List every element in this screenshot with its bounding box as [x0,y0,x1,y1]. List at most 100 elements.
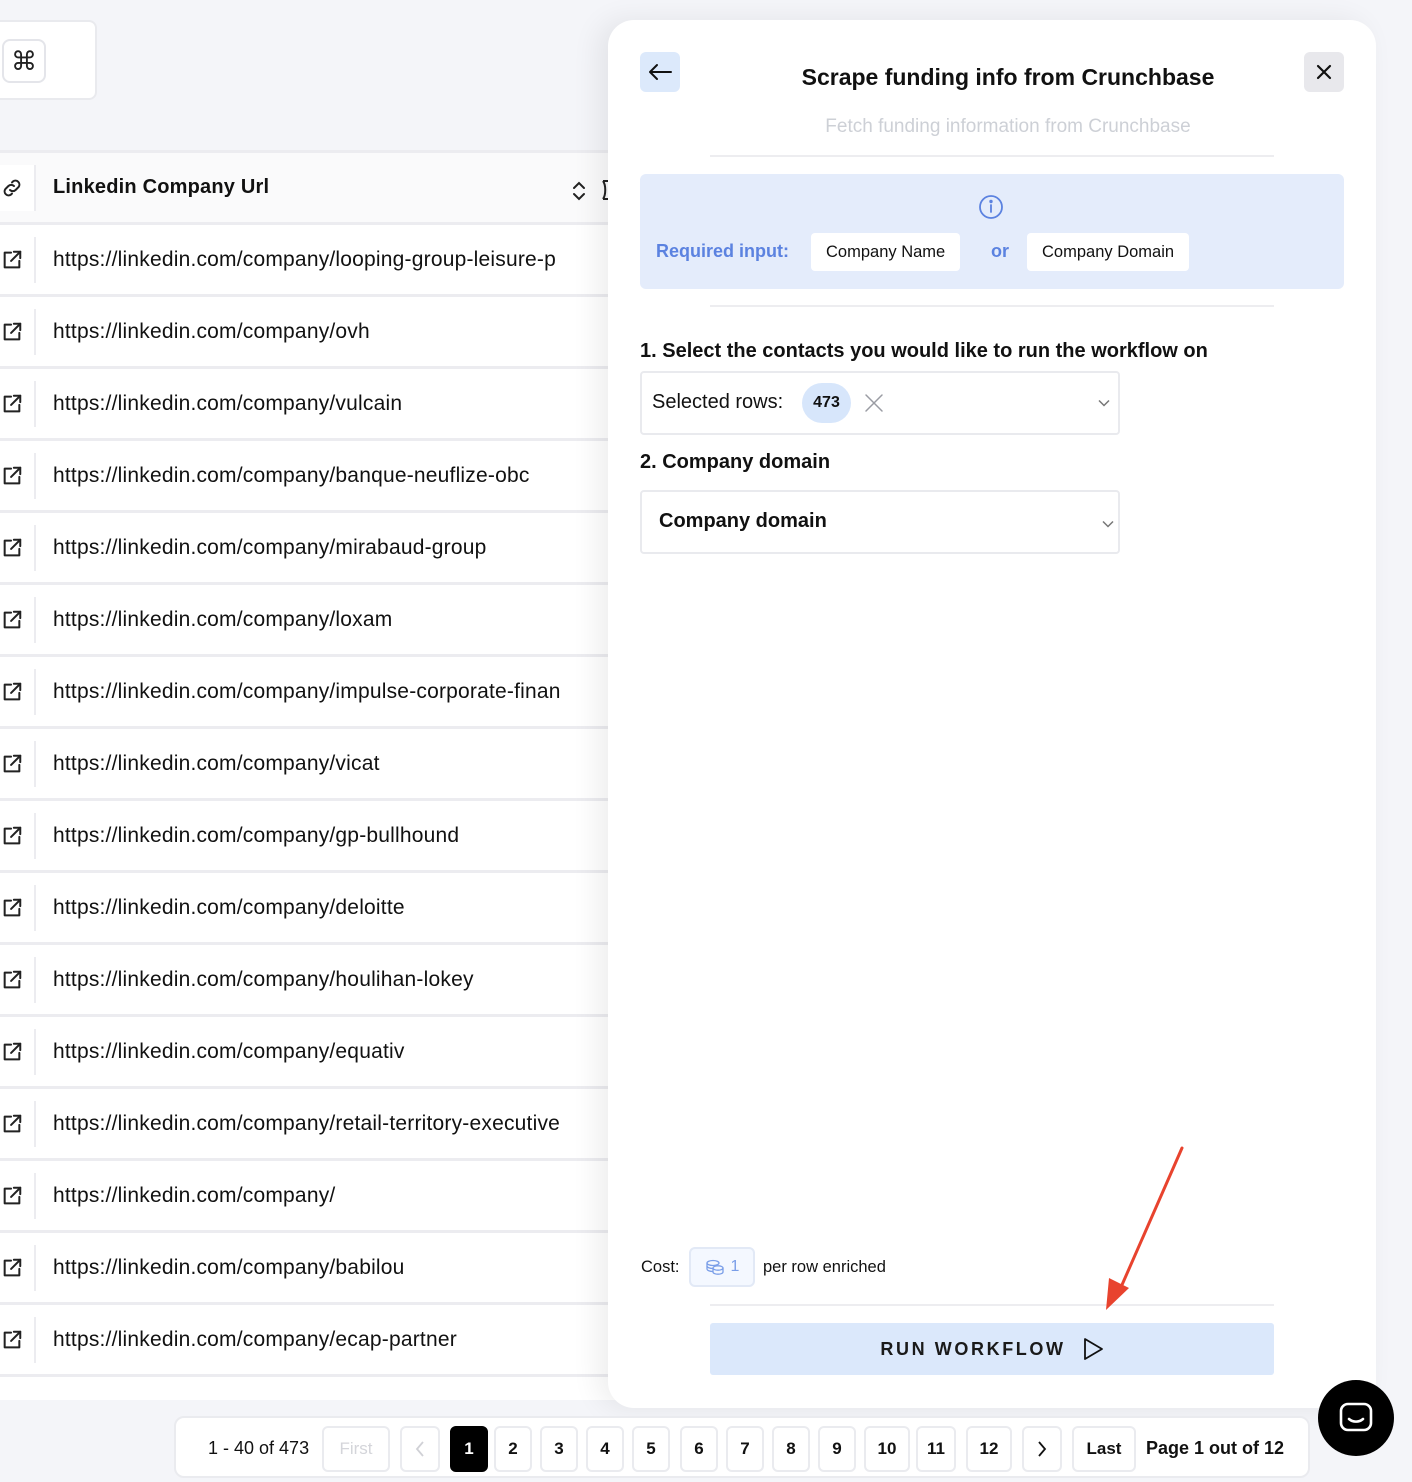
selected-rows-select[interactable]: Selected rows: 473 [640,371,1120,435]
external-link-icon[interactable] [0,741,36,787]
close-button[interactable] [1304,52,1344,92]
first-page-button[interactable]: First [322,1426,390,1472]
table-row[interactable]: https://linkedin.com/company/banque-neuf… [0,441,620,513]
chevron-down-icon[interactable] [1098,399,1110,407]
table-row[interactable]: https://linkedin.com/company/equativ [0,1017,620,1089]
external-link-icon[interactable] [0,381,36,427]
external-link-icon[interactable] [0,309,36,355]
annotation-arrow-icon [1106,1146,1184,1310]
selected-rows-label: Selected rows: [652,391,784,413]
external-link-icon[interactable] [0,1029,36,1075]
table-row[interactable]: https://linkedin.com/company/mirabaud-gr… [0,513,620,585]
cost-amount: 1 [730,1258,740,1275]
info-icon [979,195,1003,219]
table-row[interactable]: https://linkedin.com/company/ovh [0,297,620,369]
table-row[interactable]: https://linkedin.com/company/ [0,1161,620,1233]
company-domain-value: Company domain [659,510,827,532]
cost-badge: 1 [689,1247,755,1287]
linkedin-url-cell: https://linkedin.com/company/gp-bullhoun… [53,823,460,847]
column-header-label: Linkedin Company Url [53,176,270,198]
external-link-icon[interactable] [0,669,36,715]
page-button[interactable]: 11 [916,1426,956,1472]
page-button[interactable]: 6 [680,1426,718,1472]
linkedin-url-cell: https://linkedin.com/company/mirabaud-gr… [53,535,487,559]
linkedin-url-cell: https://linkedin.com/company/looping-gro… [53,247,556,271]
company-name-chip: Company Name [811,233,961,271]
last-page-button[interactable]: Last [1072,1426,1136,1472]
company-domain-chip: Company Domain [1027,233,1190,271]
panel-title: Scrape funding info from Crunchbase [801,64,1215,90]
run-workflow-button[interactable]: RUN WORKFLOW [710,1323,1274,1375]
table-row[interactable]: https://linkedin.com/company/retail-terr… [0,1089,620,1161]
page-button[interactable]: 2 [494,1426,532,1472]
external-link-icon[interactable] [0,1101,36,1147]
chevron-right-icon [1038,1441,1047,1457]
page-button[interactable]: 12 [966,1426,1012,1472]
page-button[interactable]: 5 [632,1426,670,1472]
next-page-button[interactable] [1022,1426,1062,1472]
or-label: or [991,241,1009,261]
linkedin-url-cell: https://linkedin.com/company/houlihan-lo… [53,967,474,991]
selected-count-badge: 473 [802,383,851,423]
linkedin-url-cell: https://linkedin.com/company/vicat [53,751,380,775]
linkedin-url-cell: https://linkedin.com/company/ecap-partne… [53,1327,457,1351]
pagination-range: 1 - 40 of 473 [208,1438,310,1458]
cost-label: Cost: [641,1258,680,1276]
linkedin-url-cell: https://linkedin.com/company/equativ [53,1039,405,1063]
linkedin-url-cell: https://linkedin.com/company/babilou [53,1255,405,1279]
x-icon[interactable] [864,393,884,413]
external-link-icon[interactable] [0,1173,36,1219]
pagination-bar: 1 - 40 of 473 First 1 2 3 4 5 6 7 8 9 10 11 12 Last… [174,1416,1310,1478]
external-link-icon[interactable] [0,957,36,1003]
table-row[interactable]: https://linkedin.com/company/deloitte [0,873,620,945]
table-row[interactable]: https://linkedin.com/company/babilou [0,1233,620,1305]
table-row[interactable]: https://linkedin.com/company/impulse-cor… [0,657,620,729]
table-header-row: Linkedin Company Url [0,153,620,225]
linkedin-url-cell: https://linkedin.com/company/deloitte [53,895,405,919]
linkedin-url-cell: https://linkedin.com/company/banque-neuf… [53,463,530,487]
page-button[interactable]: 3 [540,1426,578,1472]
chevron-left-icon [415,1441,424,1457]
divider [710,155,1274,157]
table-row[interactable]: https://linkedin.com/company/vulcain [0,369,620,441]
coins-icon [705,1259,724,1275]
table-row[interactable]: https://linkedin.com/company/vicat [0,729,620,801]
table-row[interactable]: https://linkedin.com/company/looping-gro… [0,225,620,297]
page-button[interactable]: 10 [864,1426,910,1472]
page-button[interactable]: 7 [726,1426,764,1472]
sort-icon[interactable] [570,179,588,203]
external-link-icon[interactable] [0,597,36,643]
table-row[interactable]: https://linkedin.com/company/loxam [0,585,620,657]
external-link-icon[interactable] [0,453,36,499]
external-link-icon[interactable] [0,237,36,283]
linkedin-url-cell: https://linkedin.com/company/vulcain [53,391,403,415]
command-key-icon[interactable]: ⌘ [2,39,46,83]
workflow-panel: Scrape funding info from Crunchbase Fetc… [608,20,1376,1408]
table-row[interactable]: https://linkedin.com/company/houlihan-lo… [0,945,620,1017]
external-link-icon[interactable] [0,813,36,859]
table-row[interactable]: https://linkedin.com/company/gp-bullhoun… [0,801,620,873]
step2-label: 2. Company domain [640,451,831,473]
page-button[interactable]: 8 [772,1426,810,1472]
page-button[interactable]: 4 [586,1426,624,1472]
chat-button[interactable] [1318,1380,1394,1456]
page-button[interactable]: 1 [450,1426,488,1472]
linkedin-url-cell: https://linkedin.com/company/loxam [53,607,393,631]
company-domain-select[interactable]: Company domain [640,490,1120,554]
play-icon [1083,1338,1103,1360]
linkedin-url-cell: https://linkedin.com/company/ovh [53,319,370,343]
close-icon [1316,64,1332,80]
page-button[interactable]: 9 [818,1426,856,1472]
required-input-box: Required input: Company Name or Company … [640,174,1344,289]
external-link-icon[interactable] [0,885,36,931]
table-row[interactable]: https://linkedin.com/company/ecap-partne… [0,1305,620,1377]
chevron-down-icon[interactable] [1102,520,1114,528]
linkedin-url-cell: https://linkedin.com/company/retail-terr… [53,1111,561,1135]
prev-page-button[interactable] [400,1426,440,1472]
external-link-icon[interactable] [0,1317,36,1363]
external-link-icon[interactable] [0,525,36,571]
linkedin-url-cell: https://linkedin.com/company/impulse-cor… [53,679,561,703]
run-workflow-label: RUN WORKFLOW [880,1338,1066,1359]
link-icon [0,165,36,211]
external-link-icon[interactable] [0,1245,36,1291]
